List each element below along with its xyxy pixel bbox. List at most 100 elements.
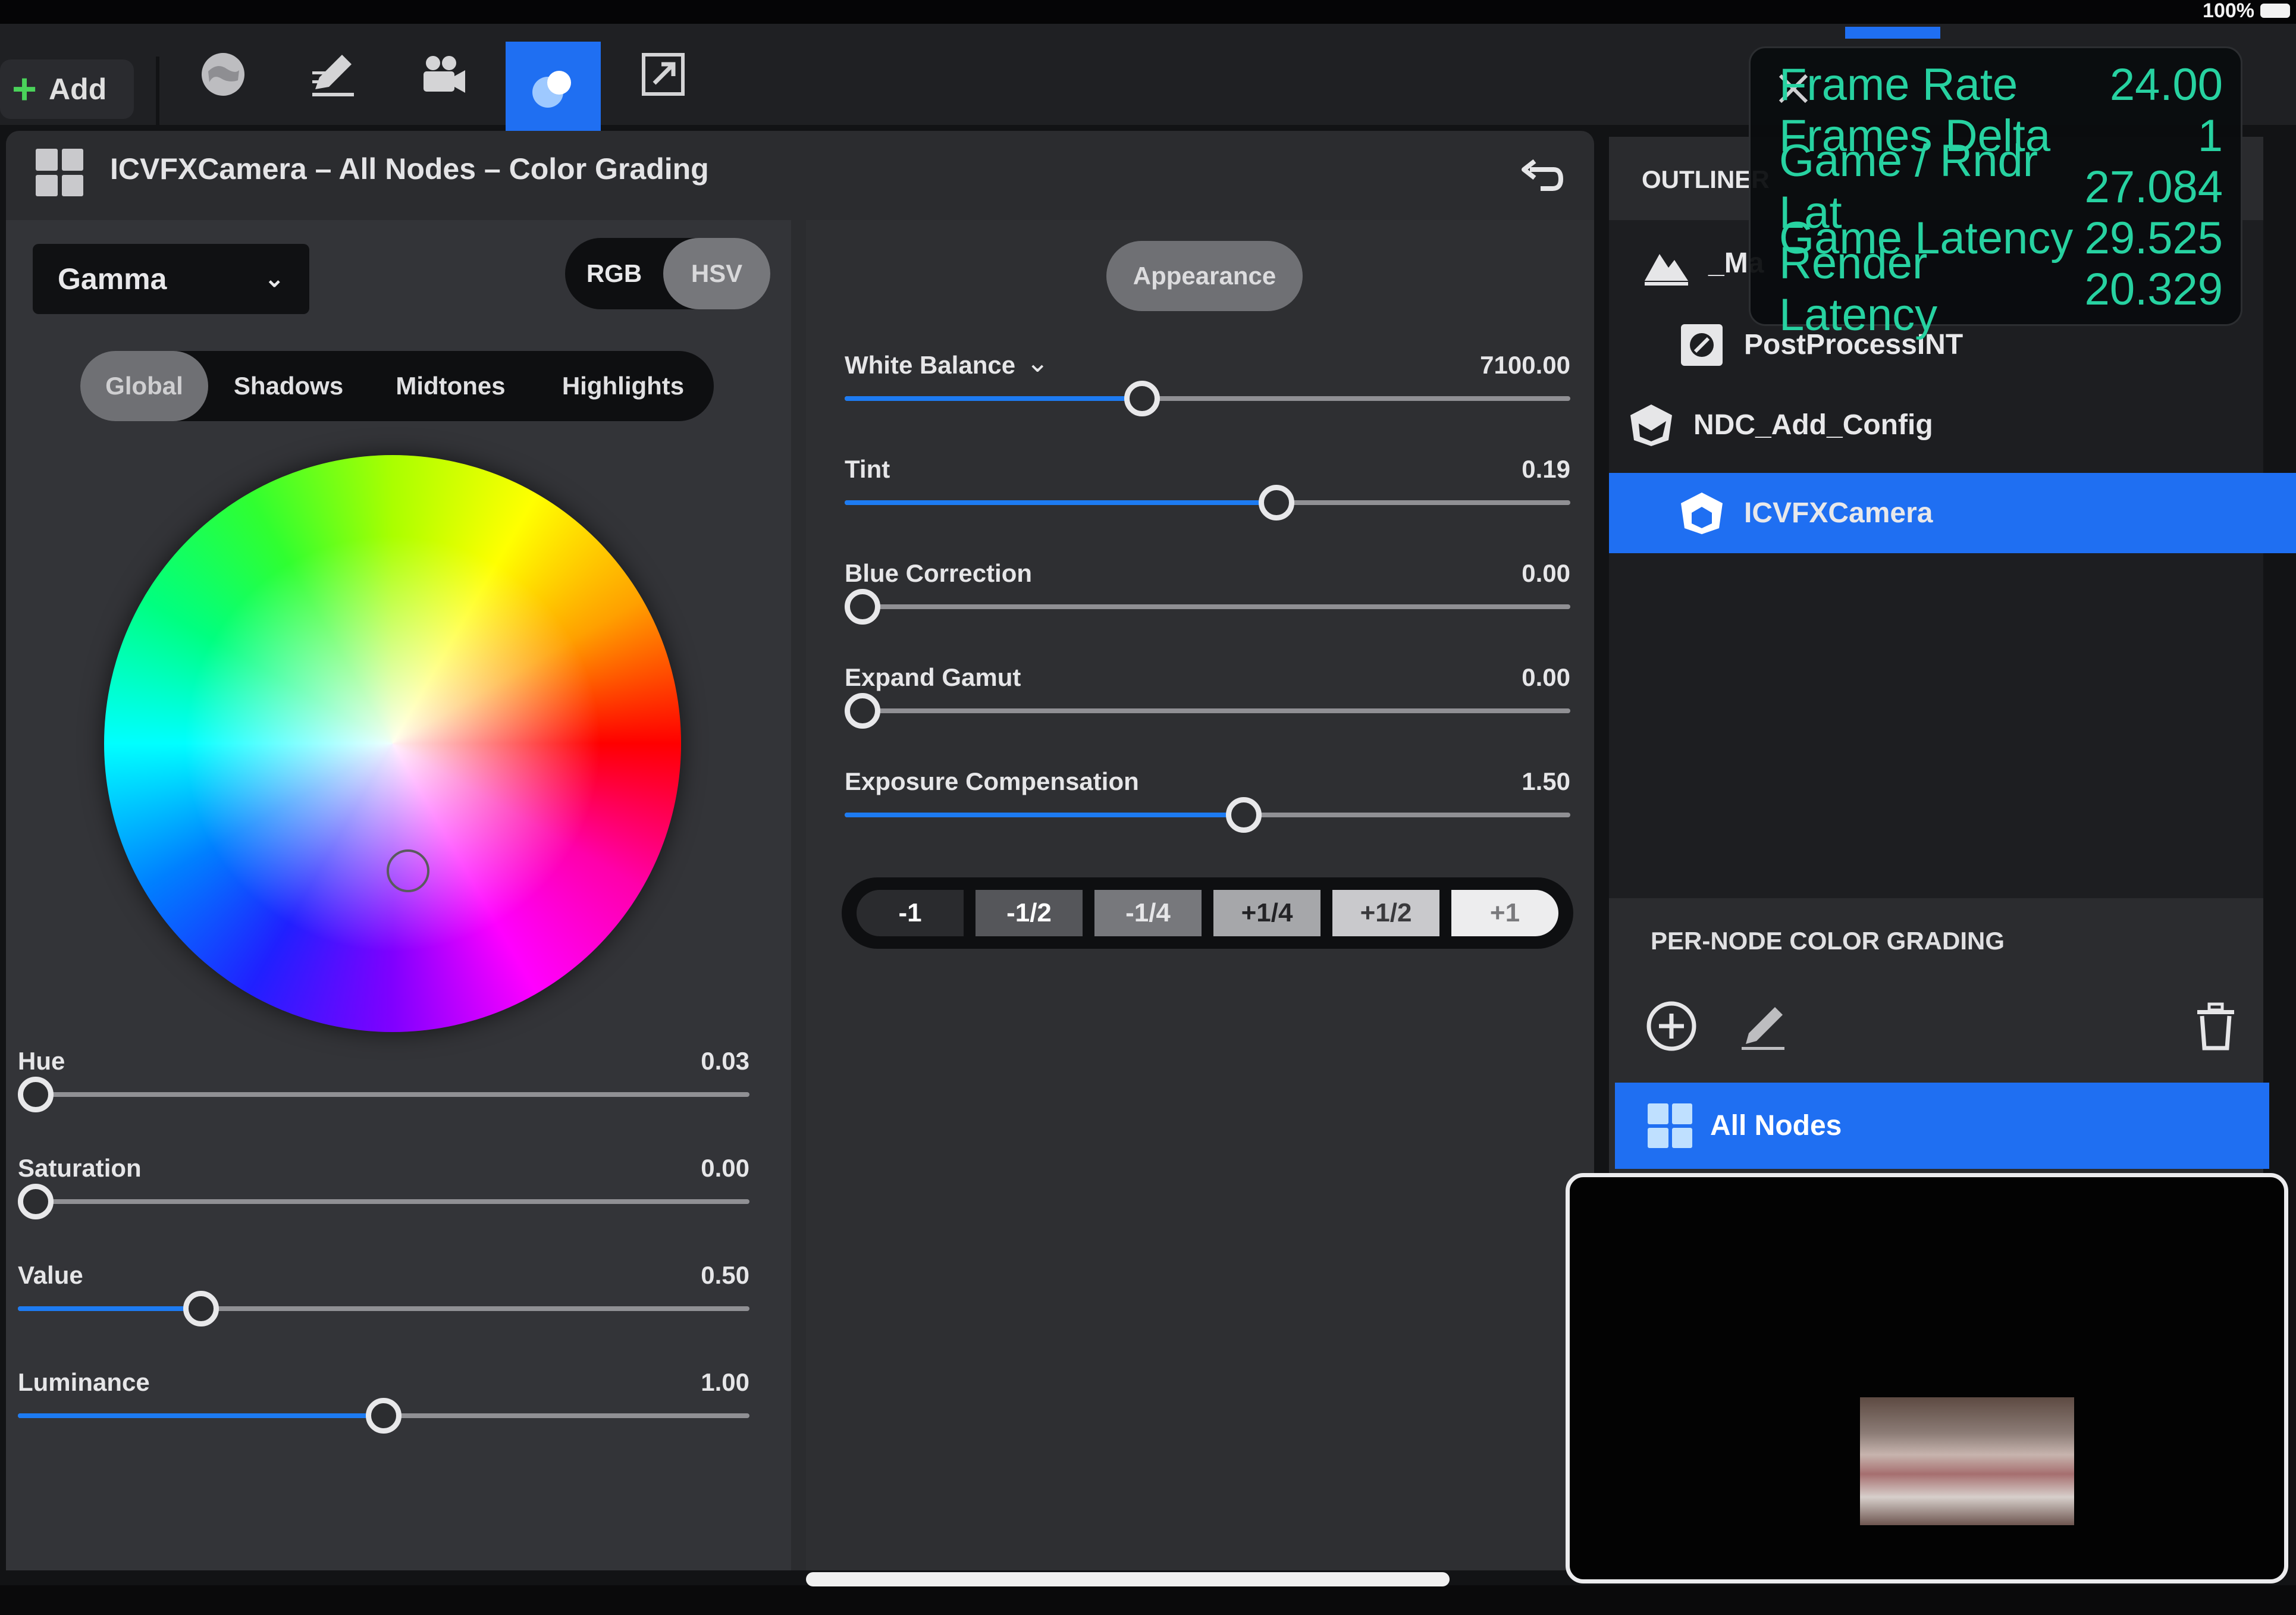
mode-dropdown[interactable]: Gamma ⌄ (33, 244, 309, 314)
blue-correction-slider-track[interactable] (845, 604, 1570, 609)
blue-correction-slider-thumb[interactable] (845, 589, 880, 625)
battery-percentage: 100% (2203, 0, 2254, 22)
tab-shadows[interactable]: Shadows (208, 351, 369, 421)
luminance-slider[interactable]: Luminance 1.00 (18, 1368, 749, 1457)
add-button-label: Add (49, 73, 107, 106)
stat-row: Game / Rndr Lat 27.084 (1779, 136, 2223, 238)
luminance-slider-fill (18, 1413, 384, 1418)
stat-value: 29.525 (2084, 212, 2223, 264)
undo-icon (1522, 159, 1564, 191)
color-wheel[interactable] (104, 455, 681, 1032)
luminance-slider-value: 1.00 (701, 1368, 749, 1396)
delete-grading-button[interactable] (2189, 999, 2242, 1053)
white-balance-slider[interactable]: White Balance ⌄ 7100.00 (845, 347, 1570, 440)
edit-grading-button[interactable] (1737, 999, 1790, 1053)
add-grading-button[interactable] (1645, 999, 1698, 1053)
tint-slider-thumb[interactable] (1259, 485, 1294, 520)
stat-value: 20.329 (2084, 264, 2223, 315)
exposure-step-button[interactable]: +1/4 (1213, 890, 1320, 936)
luminance-slider-thumb[interactable] (366, 1398, 402, 1434)
color-grading-panel: ICVFXCamera – All Nodes – Color Grading … (6, 131, 1594, 1570)
viewport-preview-image (1860, 1397, 2074, 1525)
camera-viewport[interactable] (1566, 1173, 2288, 1583)
rgb-button[interactable]: RGB (565, 238, 663, 309)
chevron-down-icon[interactable]: ⌄ (1026, 346, 1049, 378)
range-tabs: Global Shadows Midtones Highlights (80, 351, 714, 421)
active-tab-indicator (1845, 27, 1940, 39)
bottom-bezel (0, 1585, 2296, 1615)
color-grading-tool-button[interactable] (506, 42, 601, 137)
exposure-compensation-slider-thumb[interactable] (1226, 797, 1262, 833)
value-slider-fill (18, 1306, 201, 1311)
status-bar: 100% (0, 0, 2296, 24)
value-slider[interactable]: Value 0.50 (18, 1261, 749, 1350)
toolbar-divider (156, 57, 159, 134)
exposure-compensation-slider[interactable]: Exposure Compensation 1.50 (845, 767, 1570, 857)
chevron-down-icon: ⌄ (264, 266, 284, 292)
white-balance-slider-value: 7100.00 (1480, 351, 1570, 379)
saturation-slider[interactable]: Saturation 0.00 (18, 1154, 749, 1243)
all-nodes-item[interactable]: All Nodes (1615, 1083, 2269, 1169)
expand-gamut-slider-value: 0.00 (1522, 663, 1570, 691)
camera-tool-button[interactable] (396, 27, 491, 122)
color-grading-icon (532, 71, 571, 108)
stat-label: Render Latency (1779, 238, 1938, 340)
edit-tool-button[interactable] (286, 27, 381, 122)
exposure-step-button[interactable]: -1/2 (976, 890, 1083, 936)
export-icon (642, 53, 685, 96)
tint-slider[interactable]: Tint 0.19 (845, 455, 1570, 544)
tab-highlights[interactable]: Highlights (532, 351, 714, 421)
blue-correction-slider-label: Blue Correction (845, 559, 1033, 587)
hue-slider-track[interactable] (18, 1092, 749, 1097)
stat-row: Frame Rate 24.00 (1779, 59, 2223, 110)
value-slider-value: 0.50 (701, 1261, 749, 1289)
white-balance-slider-thumb[interactable] (1124, 381, 1160, 416)
exposure-step-button[interactable]: -1/4 (1094, 890, 1202, 936)
grid-icon (36, 149, 83, 196)
export-tool-button[interactable] (616, 27, 711, 122)
saturation-slider-label: Saturation (18, 1154, 142, 1182)
appearance-tab[interactable]: Appearance (1106, 241, 1303, 311)
landscape-icon (1645, 253, 1688, 286)
hue-slider[interactable]: Hue 0.03 (18, 1047, 749, 1136)
expand-gamut-slider-label: Expand Gamut (845, 663, 1021, 691)
blue-correction-slider-value: 0.00 (1522, 559, 1570, 587)
globe-tool-button[interactable] (175, 27, 271, 122)
plus-icon: + (12, 65, 37, 113)
grid-icon (1648, 1103, 1692, 1148)
expand-gamut-slider[interactable]: Expand Gamut 0.00 (845, 663, 1570, 752)
hsv-button[interactable]: HSV (663, 238, 770, 309)
saturation-slider-track[interactable] (18, 1199, 749, 1204)
pencil-icon (1742, 1007, 1784, 1050)
undo-button[interactable] (1517, 158, 1564, 199)
saturation-slider-thumb[interactable] (18, 1184, 54, 1219)
value-slider-label: Value (18, 1261, 83, 1289)
tab-global[interactable]: Global (80, 351, 208, 421)
tab-midtones[interactable]: Midtones (369, 351, 532, 421)
exposure-step-button[interactable]: -1 (857, 890, 964, 936)
home-indicator[interactable] (806, 1572, 1450, 1586)
postprocess-icon (1681, 324, 1723, 366)
tree-item-ndc-add-config[interactable]: NDC_Add_Config (1609, 385, 2281, 465)
hue-slider-thumb[interactable] (18, 1077, 54, 1112)
exposure-step-button[interactable]: +1/2 (1332, 890, 1439, 936)
value-slider-thumb[interactable] (183, 1291, 219, 1327)
add-button[interactable]: + Add (0, 59, 134, 119)
stat-value: 24.00 (2109, 59, 2223, 110)
stat-row: Render Latency 20.329 (1779, 238, 2223, 340)
tint-slider-value: 0.19 (1522, 455, 1570, 483)
color-wheel-handle[interactable] (387, 849, 429, 892)
battery-icon (2260, 4, 2290, 18)
appearance-column: Appearance White Balance ⌄ 7100.00 Tint 0.19… (806, 220, 1594, 1570)
expand-gamut-slider-track[interactable] (845, 708, 1570, 713)
color-model-toggle: RGB HSV (565, 238, 770, 309)
tree-item-label: ICVFXCamera (1744, 497, 1933, 529)
expand-gamut-slider-thumb[interactable] (845, 693, 880, 729)
stats-overlay: Frame Rate 24.00 Frames Delta 1 Game / Rndr … (1749, 46, 2242, 340)
camera-actor-icon (1681, 492, 1723, 534)
tree-item-icvfxcamera[interactable]: ICVFXCamera (1609, 473, 2296, 553)
all-nodes-label: All Nodes (1710, 1110, 1842, 1142)
blue-correction-slider[interactable]: Blue Correction 0.00 (845, 559, 1570, 648)
exposure-step-button[interactable]: +1 (1451, 890, 1558, 936)
saturation-slider-value: 0.00 (701, 1154, 749, 1182)
